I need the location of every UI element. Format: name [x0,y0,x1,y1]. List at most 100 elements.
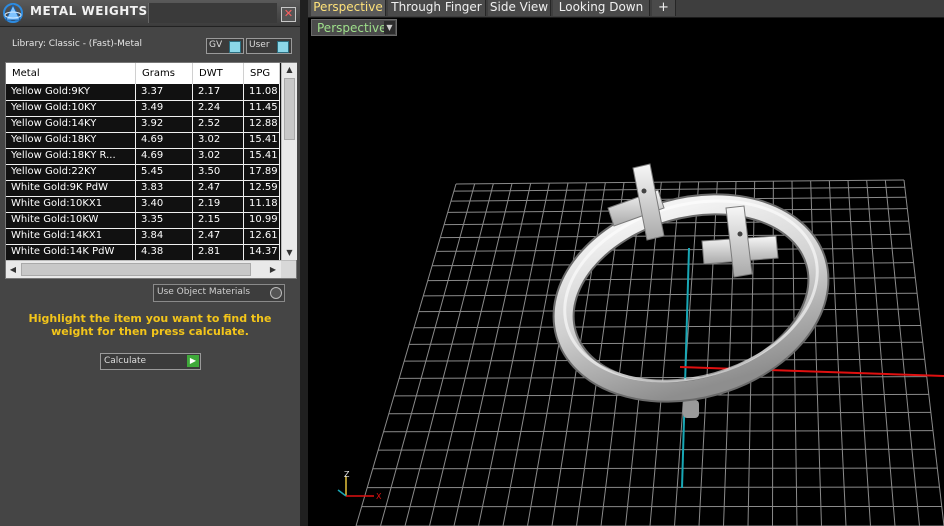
grams-cell: 4.38 [136,244,193,260]
column-header-dwt[interactable]: DWT [193,63,244,84]
dwt-cell: 3.50 [193,164,244,180]
grams-cell: 4.69 [136,148,193,164]
dwt-cell: 2.47 [193,228,244,244]
table-header: Metal Grams DWT SPG [6,63,280,84]
instructions-text: Highlight the item you want to find the … [28,312,272,338]
gv-toggle[interactable]: GV [206,38,244,54]
table-row[interactable]: White Gold:14KX1 3.84 2.47 12.61 [6,228,280,245]
view-mode-dropdown[interactable]: Perspective ▼ [311,19,397,36]
metal-cell: Yellow Gold:10KY [6,100,136,116]
spg-cell: 15.41 [244,132,280,148]
chevron-down-icon: ▼ [384,21,395,34]
user-toggle[interactable]: User [246,38,292,54]
dwt-cell: 2.47 [193,180,244,196]
dwt-cell: 2.24 [193,100,244,116]
metal-cell: White Gold:9K PdW [6,180,136,196]
scrollbar-corner [281,261,296,278]
table-row[interactable]: Yellow Gold:9KY 3.37 2.17 11.08 [6,84,280,101]
gv-toggle-knob [229,41,241,53]
use-object-materials-option[interactable]: Use Object Materials [153,284,285,302]
table-row[interactable]: Yellow Gold:14KY 3.92 2.52 12.88 [6,116,280,133]
table-row[interactable]: Yellow Gold:22KY 5.45 3.50 17.89 [6,164,280,181]
horizontal-scroll-thumb[interactable] [21,263,251,276]
panel-splitter[interactable] [300,0,308,526]
tab-side-view[interactable]: Side View [488,0,551,16]
view-mode-label: Perspective [317,21,387,35]
metal-cell: Yellow Gold:9KY [6,84,136,100]
spg-cell: 12.61 [244,228,280,244]
table-row[interactable]: White Gold:10KX1 3.40 2.19 11.18 [6,196,280,213]
table-row[interactable]: White Gold:14K PdW 4.38 2.81 14.37 [6,244,280,260]
dwt-cell: 2.52 [193,116,244,132]
spg-cell: 17.89 [244,164,280,180]
spg-cell: 15.41 [244,148,280,164]
table-row[interactable]: Yellow Gold:18KY 4.69 3.02 15.41 [6,132,280,149]
horizontal-scrollbar[interactable]: ◀ ▶ [6,260,296,278]
spg-cell: 10.99 [244,212,280,228]
library-label: Library: Classic - (Fast)-Metal [12,39,143,49]
calculate-label: Calculate [104,356,147,366]
scroll-left-icon[interactable]: ◀ [6,261,20,278]
scroll-right-icon[interactable]: ▶ [266,261,280,278]
3d-scene[interactable]: Z X [308,18,944,526]
table-row[interactable]: White Gold:9K PdW 3.83 2.47 12.59 [6,180,280,197]
grams-cell: 3.35 [136,212,193,228]
app-logo-icon [3,3,23,23]
grams-cell: 3.49 [136,100,193,116]
table-row[interactable]: Yellow Gold:18KY R... 4.69 3.02 15.41 [6,148,280,165]
table-row[interactable]: Yellow Gold:10KY 3.49 2.24 11.45 [6,100,280,117]
radio-icon[interactable] [270,287,282,299]
use-object-materials-label: Use Object Materials [157,287,251,297]
spg-cell: 11.45 [244,100,280,116]
add-tab-icon[interactable]: + [652,0,676,16]
metal-cell: Yellow Gold:18KY [6,132,136,148]
dwt-cell: 2.81 [193,244,244,260]
column-header-grams[interactable]: Grams [136,63,193,84]
dwt-cell: 2.19 [193,196,244,212]
column-header-metal[interactable]: Metal [6,63,136,84]
panel-title: METAL WEIGHTS [30,4,148,18]
user-toggle-knob [277,41,289,53]
axis-gizmo: Z X [337,470,382,501]
vertical-scroll-thumb[interactable] [284,78,295,140]
title-bar-spacer [148,3,277,23]
user-toggle-label: User [249,40,270,50]
grams-cell: 4.69 [136,132,193,148]
tab-looking-down[interactable]: Looking Down [553,0,650,16]
panel-title-bar: METAL WEIGHTS ✕ [0,0,300,27]
metal-cell: White Gold:14K PdW [6,244,136,260]
grams-cell: 3.84 [136,228,193,244]
dwt-cell: 3.02 [193,132,244,148]
metal-cell: Yellow Gold:18KY R... [6,148,136,164]
column-header-spg[interactable]: SPG [244,63,280,84]
metal-cell: Yellow Gold:14KY [6,116,136,132]
metal-weights-panel: METAL WEIGHTS ✕ Library: Classic - (Fast… [0,0,300,526]
spg-cell: 14.37 [244,244,280,260]
grams-cell: 3.37 [136,84,193,100]
dwt-cell: 2.15 [193,212,244,228]
spg-cell: 11.18 [244,196,280,212]
tab-perspective[interactable]: Perspective [311,0,386,16]
grams-cell: 3.92 [136,116,193,132]
close-button[interactable]: ✕ [281,7,296,22]
gv-toggle-label: GV [209,40,223,50]
gizmo-x-label: X [376,492,382,501]
vertical-scrollbar[interactable]: ▲ ▼ [281,63,297,260]
table-row[interactable]: White Gold:10KW 3.35 2.15 10.99 [6,212,280,229]
grams-cell: 5.45 [136,164,193,180]
scroll-down-icon[interactable]: ▼ [282,246,297,260]
grams-cell: 3.83 [136,180,193,196]
3d-viewport[interactable]: Z X Perspective ▼ [308,18,944,526]
scroll-up-icon[interactable]: ▲ [282,63,297,77]
metal-cell: Yellow Gold:22KY [6,164,136,180]
spg-cell: 12.88 [244,116,280,132]
metal-cell: White Gold:10KW [6,212,136,228]
metal-cell: White Gold:14KX1 [6,228,136,244]
play-arrow-icon: ▶ [187,355,199,367]
metal-table: Metal Grams DWT SPG Yellow Gold:9KY 3.37 2… [5,62,297,279]
calculate-button[interactable]: Calculate ▶ [100,353,201,370]
dwt-cell: 3.02 [193,148,244,164]
viewport-tab-bar: Perspective Through Finger Side View Loo… [308,0,944,18]
tab-through-finger[interactable]: Through Finger [388,0,486,16]
gizmo-z-label: Z [344,470,350,479]
